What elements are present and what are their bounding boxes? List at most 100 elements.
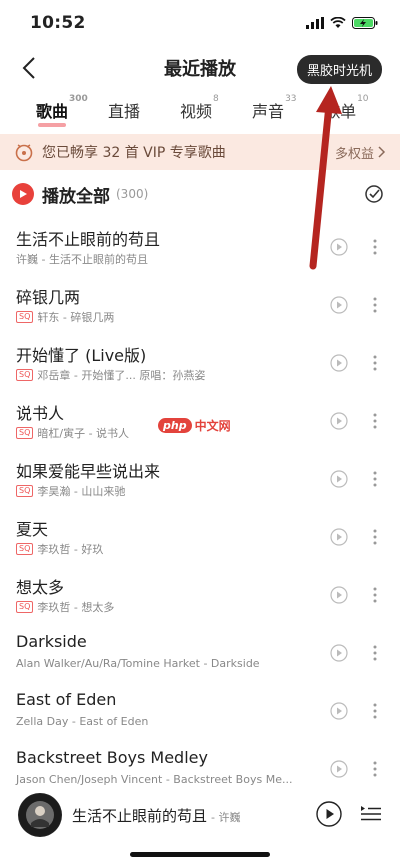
song-subtitle: Alan Walker/Au/Ra/Tomine Harket - Darksi…: [16, 657, 260, 670]
status-bar: 10:52: [0, 0, 400, 46]
song-row[interactable]: 夏天 SQ 李玖哲 - 好玖: [0, 508, 400, 566]
tab-label: 视频: [180, 102, 213, 121]
video-play-icon[interactable]: [330, 586, 348, 604]
multi-select-icon[interactable]: [364, 184, 384, 204]
tab-songs[interactable]: 歌曲 300: [36, 94, 88, 130]
song-list: 生活不止眼前的苟且 许巍 - 生活不止眼前的苟且 碎银几两 SQ 轩东 - 碎银几…: [0, 218, 400, 798]
now-playing-artist: - 许巍: [211, 811, 241, 824]
song-subtitle: 许巍 - 生活不止眼前的苟且: [16, 251, 148, 267]
album-disc[interactable]: [18, 793, 62, 837]
song-artist-album: 暗杠/寅子 - 说书人: [37, 427, 130, 440]
tab-label: 歌曲: [36, 102, 69, 121]
play-all-label: 播放全部: [42, 186, 110, 207]
vip-more-benefits[interactable]: 多权益: [335, 143, 386, 162]
song-title: Backstreet Boys Medley: [16, 748, 208, 767]
signal-icon: [306, 17, 324, 29]
tab-bar: 歌曲 300 直播 视频 8 声音 33 歌单 10: [0, 90, 400, 130]
video-play-icon[interactable]: [330, 412, 348, 430]
song-title: 开始懂了 (Live版): [16, 346, 147, 365]
watermark: php 中文网: [158, 417, 231, 434]
back-icon[interactable]: [16, 54, 44, 82]
more-options-icon[interactable]: [372, 644, 378, 662]
tab-audio[interactable]: 声音 33: [252, 94, 296, 130]
song-title: Darkside: [16, 632, 87, 651]
wifi-icon: [330, 17, 346, 28]
more-options-icon[interactable]: [372, 238, 378, 256]
status-time: 10:52: [30, 13, 86, 33]
sq-badge: SQ: [16, 427, 34, 439]
video-play-icon[interactable]: [330, 238, 348, 256]
song-row[interactable]: Backstreet Boys Medley Jason Chen/Joseph…: [0, 740, 400, 798]
vinyl-time-machine-button[interactable]: 黑胶时光机: [296, 55, 382, 84]
song-title: East of Eden: [16, 690, 117, 709]
now-playing-song: 生活不止眼前的苟且: [72, 807, 208, 825]
song-subtitle: SQ 李昊瀚 - 山山来驰: [16, 483, 125, 499]
song-row[interactable]: 想太多 SQ 李玖哲 - 想太多: [0, 566, 400, 624]
song-artist-album: Alan Walker/Au/Ra/Tomine Harket - Darksi…: [16, 657, 260, 670]
play-all-row[interactable]: 播放全部 (300): [0, 170, 400, 218]
more-options-icon[interactable]: [372, 586, 378, 604]
tab-videos[interactable]: 视频 8: [180, 94, 219, 130]
sq-badge: SQ: [16, 485, 34, 497]
mini-player[interactable]: 生活不止眼前的苟且 - 许巍: [0, 793, 400, 865]
song-title: 说书人: [16, 404, 65, 423]
song-subtitle: Zella Day - East of Eden: [16, 715, 148, 728]
song-subtitle: SQ 暗杠/寅子 - 说书人: [16, 425, 129, 441]
song-title: 碎银几两: [16, 288, 81, 307]
video-play-icon[interactable]: [330, 470, 348, 488]
status-icons: [306, 17, 378, 29]
more-options-icon[interactable]: [372, 412, 378, 430]
chevron-right-icon: [378, 146, 386, 158]
more-options-icon[interactable]: [372, 702, 378, 720]
song-title: 夏天: [16, 520, 49, 539]
watermark-badge: php: [158, 418, 192, 433]
song-title: 想太多: [16, 578, 65, 597]
song-row[interactable]: 碎银几两 SQ 轩东 - 碎银几两: [0, 276, 400, 334]
tab-label: 歌单: [324, 102, 357, 121]
vip-disc-icon: [15, 144, 33, 162]
song-row[interactable]: East of Eden Zella Day - East of Eden: [0, 682, 400, 740]
video-play-icon[interactable]: [330, 354, 348, 372]
navigation-bar: 最近播放 黑胶时光机: [0, 46, 400, 90]
song-row[interactable]: 生活不止眼前的苟且 许巍 - 生活不止眼前的苟且: [0, 218, 400, 276]
video-play-icon[interactable]: [330, 702, 348, 720]
watermark-text: 中文网: [194, 419, 231, 433]
more-options-icon[interactable]: [372, 760, 378, 778]
play-all-icon[interactable]: [12, 183, 34, 205]
song-artist-album: Zella Day - East of Eden: [16, 715, 149, 728]
more-options-icon[interactable]: [372, 296, 378, 314]
sq-badge: SQ: [16, 543, 34, 555]
video-play-icon[interactable]: [330, 760, 348, 778]
song-title: 生活不止眼前的苟且: [16, 230, 161, 249]
song-row[interactable]: 如果爱能早些说出来 SQ 李昊瀚 - 山山来驰: [0, 450, 400, 508]
video-play-icon[interactable]: [330, 644, 348, 662]
battery-charging-icon: [352, 17, 378, 29]
song-artist-album: 邓岳章 - 开始懂了... 原唱：孙燕姿: [37, 369, 206, 382]
song-artist-album: 轩东 - 碎银几两: [37, 311, 115, 324]
vip-text: 您已畅享 32 首 VIP 专享歌曲: [42, 145, 226, 161]
vip-banner[interactable]: 您已畅享 32 首 VIP 专享歌曲 多权益: [0, 134, 400, 170]
tab-label: 直播: [108, 102, 141, 121]
now-playing-title: 生活不止眼前的苟且 - 许巍: [72, 805, 240, 826]
play-all-count: (300): [116, 187, 149, 201]
song-subtitle: SQ 邓岳章 - 开始懂了... 原唱：孙燕姿: [16, 367, 205, 383]
song-row[interactable]: 开始懂了 (Live版) SQ 邓岳章 - 开始懂了... 原唱：孙燕姿: [0, 334, 400, 392]
song-artist-album: 许巍 - 生活不止眼前的苟且: [16, 253, 148, 266]
play-icon[interactable]: [316, 801, 342, 827]
page-title: 最近播放: [164, 59, 236, 80]
song-row[interactable]: Darkside Alan Walker/Au/Ra/Tomine Harket…: [0, 624, 400, 682]
vip-more-label: 多权益: [334, 146, 374, 162]
tab-count: 8: [213, 94, 219, 104]
more-options-icon[interactable]: [372, 470, 378, 488]
tab-playlists[interactable]: 歌单 10: [324, 94, 368, 130]
video-play-icon[interactable]: [330, 528, 348, 546]
more-options-icon[interactable]: [372, 354, 378, 372]
song-artist-album: 李昊瀚 - 山山来驰: [37, 485, 126, 498]
song-artist-album: 李玖哲 - 好玖: [37, 543, 104, 556]
playlist-icon[interactable]: [360, 803, 382, 825]
video-play-icon[interactable]: [330, 296, 348, 314]
song-subtitle: SQ 李玖哲 - 想太多: [16, 599, 114, 615]
tab-live[interactable]: 直播: [108, 98, 140, 130]
more-options-icon[interactable]: [372, 528, 378, 546]
sq-badge: SQ: [16, 311, 34, 323]
